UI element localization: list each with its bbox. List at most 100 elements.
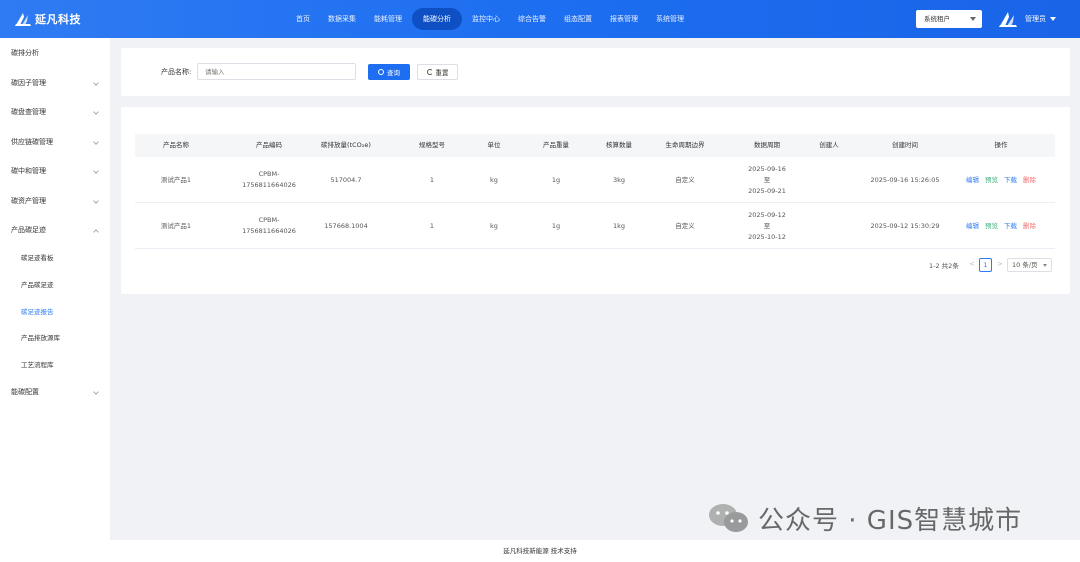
cell-spec: 1 bbox=[429, 221, 435, 230]
sidebar-item-label: 碳资产管理 bbox=[11, 197, 46, 205]
sidebar-item-supply-chain[interactable]: 供应链碳管理 bbox=[0, 128, 110, 157]
download-link[interactable]: 下载 bbox=[1004, 175, 1017, 186]
chevron-down-icon bbox=[93, 198, 99, 204]
period-start: 2025-09-12 bbox=[748, 210, 786, 219]
sidebar-item-carbon-assets[interactable]: 碳资产管理 bbox=[0, 187, 110, 216]
pagination-page-1[interactable]: 1 bbox=[979, 258, 992, 272]
cell-product-name: 测试产品1 bbox=[160, 175, 192, 184]
sidebar: 碳排分析 碳因子管理 碳盘查管理 供应链碳管理 碳中和管理 碳资产管理 产品碳足… bbox=[0, 38, 110, 540]
table-row: 测试产品1 CPBM- 1756811664026 157668.1004 1 … bbox=[135, 203, 1055, 249]
sidebar-item-label: 产品碳足迹 bbox=[11, 226, 46, 234]
tenant-select-value: 系统租户 bbox=[924, 15, 950, 23]
chevron-up-icon bbox=[93, 229, 99, 235]
cell-emission: 157668.1004 bbox=[324, 221, 368, 230]
table-row: 测试产品1 CPBM- 1756811664026 517004.7 1 kg … bbox=[135, 157, 1055, 203]
chevron-down-icon bbox=[93, 109, 99, 115]
sidebar-item-label: 碳中和管理 bbox=[11, 167, 46, 175]
cell-created-time: 2025-09-12 15:30:29 bbox=[870, 221, 940, 230]
product-name-input[interactable] bbox=[197, 63, 356, 80]
sidebar-item-label: 碳盘查管理 bbox=[11, 108, 46, 116]
cell-spec: 1 bbox=[429, 175, 435, 184]
edit-link[interactable]: 编辑 bbox=[966, 175, 979, 186]
refresh-icon bbox=[426, 69, 433, 75]
cell-unit: kg bbox=[490, 175, 498, 184]
cell-qty: 1kg bbox=[612, 221, 626, 230]
sidebar-item-carbon-config[interactable]: 能碳配置 bbox=[0, 378, 110, 407]
nav-item-configuration[interactable]: 组态配置 bbox=[556, 8, 600, 30]
cell-created-time: 2025-09-16 15:26:05 bbox=[870, 175, 940, 184]
sidebar-subitem-process-library[interactable]: 工艺流程库 bbox=[0, 352, 110, 379]
column-header: 产品重量 bbox=[543, 141, 569, 149]
tenant-select[interactable]: 系统租户 bbox=[916, 10, 982, 28]
nav-item-reports[interactable]: 报表管理 bbox=[602, 8, 646, 30]
nav-item-system[interactable]: 系统管理 bbox=[648, 8, 692, 30]
pagination-next-icon[interactable]: > bbox=[997, 260, 1003, 268]
cell-weight: 1g bbox=[551, 221, 561, 230]
period-start: 2025-09-16 bbox=[748, 164, 786, 173]
user-menu[interactable]: 管理员 bbox=[998, 9, 1056, 29]
delete-link[interactable]: 删除 bbox=[1023, 221, 1036, 232]
column-header: 数据周期 bbox=[754, 141, 780, 149]
nav-item-energy-management[interactable]: 能耗管理 bbox=[366, 8, 410, 30]
sidebar-item-carbon-neutral[interactable]: 碳中和管理 bbox=[0, 157, 110, 186]
brand-name: 延凡科技 bbox=[35, 13, 81, 26]
reset-button[interactable]: 重置 bbox=[417, 64, 458, 80]
sidebar-subitem-product-footprint[interactable]: 产品碳足迹 bbox=[0, 272, 110, 299]
top-nav: 首页 数据采集 能耗管理 能碳分析 监控中心 综合告警 组态配置 报表管理 系统… bbox=[288, 8, 694, 30]
download-link[interactable]: 下载 bbox=[1004, 221, 1017, 232]
cell-unit: kg bbox=[490, 221, 498, 230]
sidebar-subitem-emission-source-library[interactable]: 产品排放源库 bbox=[0, 325, 110, 352]
delete-link[interactable]: 删除 bbox=[1023, 175, 1036, 186]
edit-link[interactable]: 编辑 bbox=[966, 221, 979, 232]
reset-button-label: 重置 bbox=[435, 69, 449, 77]
brand-logo-icon bbox=[14, 11, 32, 27]
period-separator: 至 bbox=[763, 221, 771, 230]
column-header: 规格型号 bbox=[419, 141, 445, 149]
report-table-panel: 产品名称 产品编码 碳排放量(tCO₂e) 规格型号 单位 产品重量 核算数量 … bbox=[121, 107, 1070, 294]
footer: 延凡科技新能源 技术支持 bbox=[0, 540, 1080, 562]
query-button-label: 查询 bbox=[387, 69, 400, 77]
chevron-down-icon bbox=[970, 17, 976, 21]
query-button[interactable]: 查询 bbox=[368, 64, 410, 80]
nav-item-monitoring-center[interactable]: 监控中心 bbox=[464, 8, 508, 30]
sidebar-item-label: 碳排分析 bbox=[11, 49, 39, 57]
search-panel: 产品名称: 查询 重置 bbox=[121, 48, 1070, 96]
watermark: 公众号 · GIS智慧城市 bbox=[708, 500, 1022, 536]
preview-link[interactable]: 预览 bbox=[985, 221, 998, 232]
sidebar-subitem-footprint-report[interactable]: 碳足迹报告 bbox=[0, 299, 110, 326]
sidebar-item-carbon-inventory[interactable]: 碳盘查管理 bbox=[0, 98, 110, 127]
product-code-prefix: CPBM- bbox=[258, 216, 280, 224]
column-header: 创建时间 bbox=[892, 141, 918, 149]
nav-item-alarms[interactable]: 综合告警 bbox=[510, 8, 554, 30]
column-header: 单位 bbox=[487, 141, 501, 149]
wechat-icon bbox=[708, 501, 750, 535]
cell-boundary: 自定义 bbox=[675, 175, 695, 184]
watermark-text: 公众号 · GIS智慧城市 bbox=[758, 505, 1023, 536]
cell-emission: 517004.7 bbox=[330, 175, 362, 184]
brand-logo[interactable]: 延凡科技 bbox=[14, 10, 81, 28]
cell-weight: 1g bbox=[551, 175, 561, 184]
sidebar-item-carbon-emission-analysis[interactable]: 碳排分析 bbox=[0, 39, 110, 68]
sidebar-item-label: 碳因子管理 bbox=[11, 79, 46, 87]
cell-data-period: 2025-09-16 至 2025-09-21 bbox=[725, 157, 809, 203]
avatar bbox=[998, 10, 1018, 28]
column-header: 操作 bbox=[994, 141, 1008, 149]
chevron-down-icon bbox=[93, 168, 99, 174]
page-size-select[interactable]: 10 条/页 bbox=[1007, 258, 1052, 272]
cell-actions: 编辑 预览 下载 删除 bbox=[961, 203, 1041, 249]
sidebar-item-carbon-factor[interactable]: 碳因子管理 bbox=[0, 69, 110, 98]
period-separator: 至 bbox=[763, 175, 771, 184]
nav-item-carbon-analysis[interactable]: 能碳分析 bbox=[412, 8, 462, 30]
nav-item-home[interactable]: 首页 bbox=[288, 8, 318, 30]
nav-item-data-collection[interactable]: 数据采集 bbox=[320, 8, 364, 30]
pagination-prev-icon[interactable]: < bbox=[969, 260, 975, 268]
chevron-down-icon bbox=[1050, 17, 1056, 21]
preview-link[interactable]: 预览 bbox=[985, 175, 998, 186]
column-header: 产品名称 bbox=[163, 141, 189, 149]
cell-actions: 编辑 预览 下载 删除 bbox=[961, 157, 1041, 203]
footer-text: 延凡科技新能源 技术支持 bbox=[503, 547, 577, 555]
sidebar-item-product-footprint[interactable]: 产品碳足迹 bbox=[0, 216, 110, 245]
chevron-down-icon bbox=[1043, 264, 1047, 267]
column-header: 碳排放量(tCO₂e) bbox=[321, 141, 371, 149]
sidebar-subitem-footprint-dashboard[interactable]: 碳足迹看板 bbox=[0, 245, 110, 272]
